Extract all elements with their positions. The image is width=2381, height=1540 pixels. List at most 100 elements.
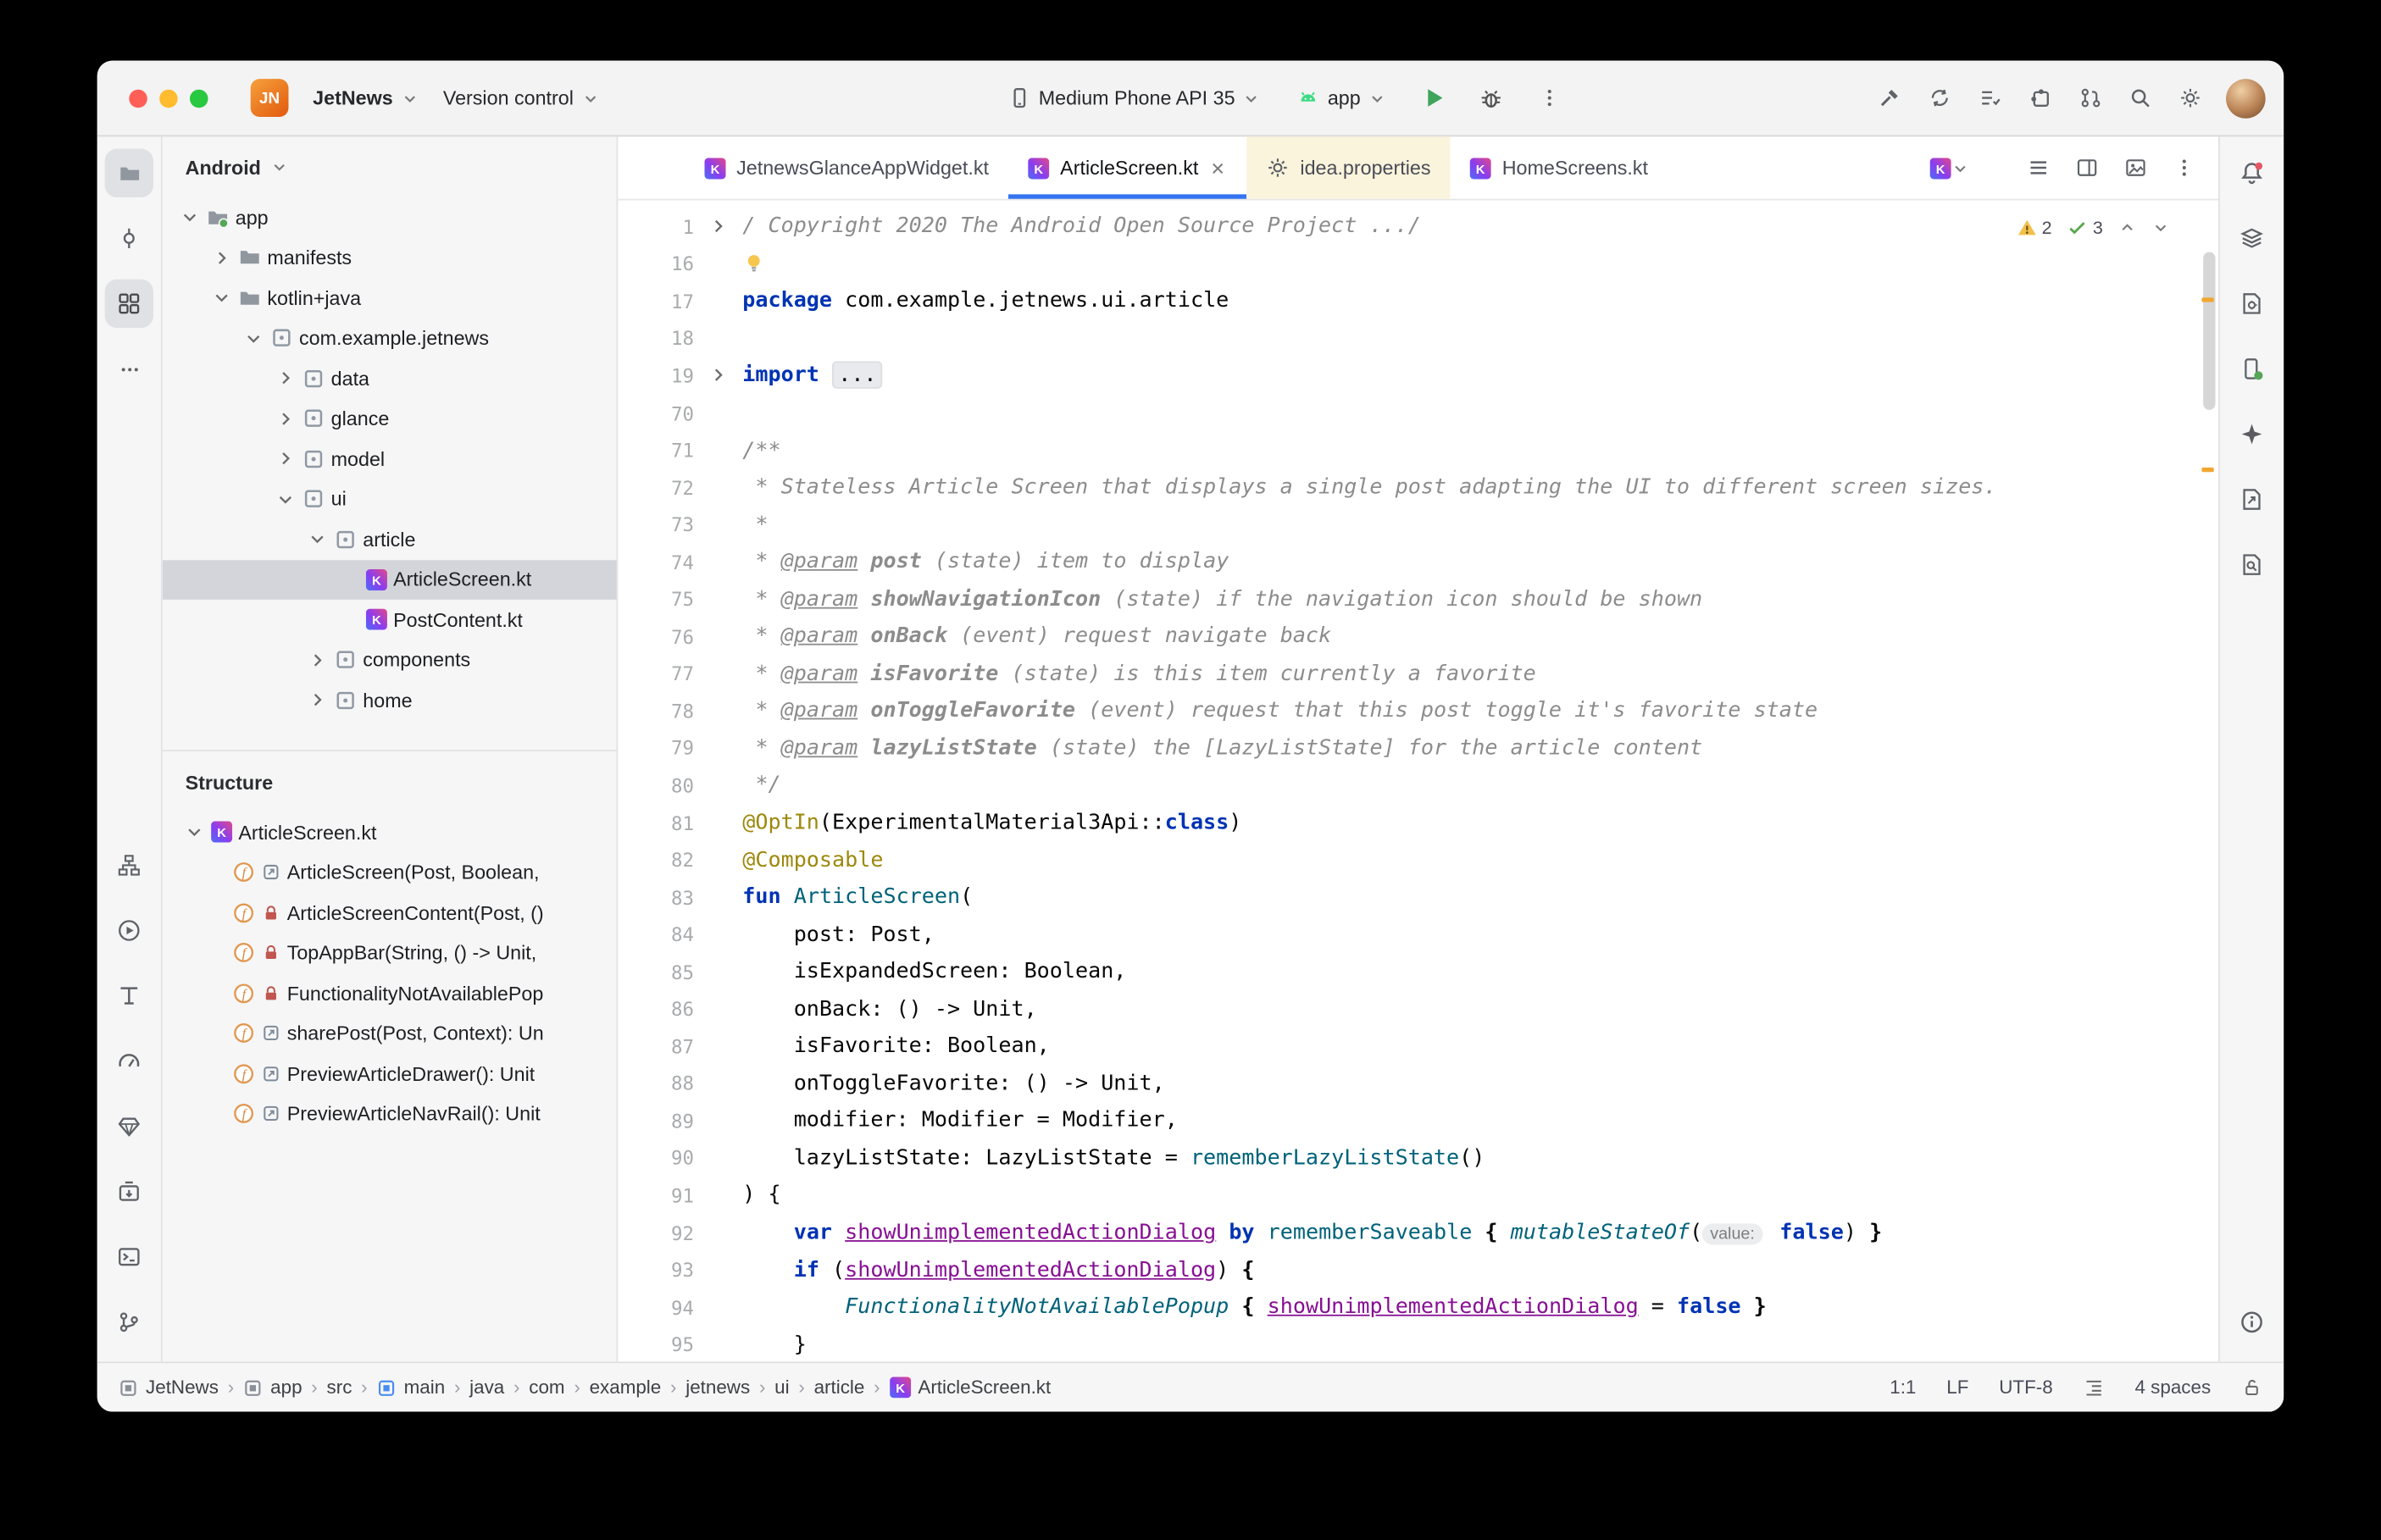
user-avatar[interactable] <box>2226 78 2266 118</box>
code-line-91[interactable]: 91) { <box>618 1177 2218 1214</box>
device-manager-button[interactable] <box>105 1167 153 1216</box>
settings-button[interactable] <box>2167 75 2212 121</box>
project-item-ui[interactable]: ui <box>163 479 617 518</box>
code-line-83[interactable]: 83fun ArticleScreen( <box>618 878 2218 916</box>
chevron-down-icon[interactable] <box>179 207 200 228</box>
minimize-window-button[interactable] <box>159 89 178 108</box>
passed-checks-indicator[interactable]: 3 <box>2067 217 2102 238</box>
code-line-87[interactable]: 87 isFavorite: Boolean, <box>618 1028 2218 1065</box>
code-line-16[interactable]: 16 <box>618 245 2218 282</box>
plugins-button[interactable] <box>2017 75 2062 121</box>
code-line-94[interactable]: 94 FunctionalityNotAvailablePopup { show… <box>618 1288 2218 1326</box>
gemini-button[interactable] <box>2228 410 2276 458</box>
code-line-80[interactable]: 80 */ <box>618 767 2218 804</box>
commit-tool-button[interactable] <box>105 214 153 263</box>
code-line-77[interactable]: 77 * @param isFavorite (state) is this i… <box>618 655 2218 692</box>
indent-style-button[interactable] <box>2084 1377 2105 1398</box>
chevron-right-icon[interactable] <box>307 650 328 671</box>
code-line-81[interactable]: 81@OptIn(ExperimentalMaterial3Api::class… <box>618 804 2218 841</box>
code-line-19[interactable]: 19import ... <box>618 357 2218 394</box>
code-line-85[interactable]: 85 isExpandedScreen: Boolean, <box>618 953 2218 990</box>
close-tab-icon[interactable] <box>1209 158 1228 177</box>
project-menu[interactable]: JetNews <box>301 79 431 117</box>
app-insights-button[interactable] <box>2228 475 2276 523</box>
project-item-data[interactable]: data <box>163 358 617 398</box>
run-configuration-selector[interactable]: app <box>1285 79 1399 117</box>
caret-position-widget[interactable]: 1:1 <box>1890 1377 1916 1398</box>
project-item-components[interactable]: components <box>163 640 617 679</box>
code-line-74[interactable]: 74 * @param post (state) item to display <box>618 543 2218 580</box>
structure-root-articlescreen-kt[interactable]: KArticleScreen.kt <box>163 812 617 852</box>
intention-bulb-icon[interactable] <box>742 252 765 275</box>
run-tool-button[interactable] <box>105 906 153 955</box>
project-item-article[interactable]: article <box>163 519 617 559</box>
project-tool-button[interactable] <box>105 149 153 197</box>
warning-stripe-mark[interactable] <box>2201 468 2213 472</box>
code-line-72[interactable]: 72 * Stateless Article Screen that displ… <box>618 468 2218 506</box>
tab-jetnewsglanceappwidget-kt[interactable]: KJetnewsGlanceAppWidget.kt <box>685 136 1008 198</box>
code-line-18[interactable]: 18 <box>618 319 2218 357</box>
app-quality-insights-button[interactable] <box>105 1102 153 1150</box>
code-line-90[interactable]: 90 lazyListState: LazyListState = rememb… <box>618 1139 2218 1177</box>
editor-options-button[interactable] <box>2161 145 2206 191</box>
breadcrumb-src[interactable]: src <box>327 1377 352 1398</box>
project-item-model[interactable]: model <box>163 439 617 479</box>
warning-stripe-mark[interactable] <box>2201 297 2213 302</box>
device-selector[interactable]: Medium Phone API 35 <box>996 79 1274 117</box>
inspections-widget[interactable]: 2 3 <box>2006 214 2178 241</box>
gradle-button[interactable] <box>2228 214 2276 263</box>
project-item-com-example-jetnews[interactable]: com.example.jetnews <box>163 318 617 357</box>
code-line-88[interactable]: 88 onToggleFavorite: () -> Unit, <box>618 1065 2218 1102</box>
close-window-button[interactable] <box>129 89 147 108</box>
more-run-actions-button[interactable] <box>1526 75 1572 121</box>
next-problem-button[interactable] <box>2151 219 2170 237</box>
project-item-articlescreen-kt[interactable]: KArticleScreen.kt <box>163 559 617 599</box>
code-line-1[interactable]: 1/ Copyright 2020 The Android Open Sourc… <box>618 208 2218 246</box>
breadcrumb-jetnews[interactable]: jetnews <box>685 1377 750 1398</box>
structure-item-previewarticlenavrail-unit[interactable]: fPreviewArticleNavRail(): Unit <box>163 1094 617 1133</box>
structure-tool-button[interactable] <box>105 280 153 328</box>
app-inspection-button[interactable] <box>2228 540 2276 589</box>
project-item-home[interactable]: home <box>163 680 617 720</box>
vcs-menu[interactable]: Version control <box>430 79 611 117</box>
project-item-postcontent-kt[interactable]: KPostContent.kt <box>163 600 617 640</box>
line-separator-widget[interactable]: LF <box>1946 1377 1968 1398</box>
breadcrumb-article[interactable]: article <box>814 1377 865 1398</box>
breadcrumb-articlescreen-kt[interactable]: KArticleScreen.kt <box>889 1377 1051 1398</box>
structure-item-articlescreen-post-boolean[interactable]: fArticleScreen(Post, Boolean, <box>163 852 617 892</box>
layout-inspector-button[interactable] <box>105 972 153 1020</box>
code-line-70[interactable]: 70 <box>618 394 2218 431</box>
file-lock-widget[interactable] <box>2241 1377 2262 1398</box>
code-line-79[interactable]: 79 * @param lazyListState (state) the [L… <box>618 729 2218 767</box>
structure-item-previewarticledrawer-unit[interactable]: fPreviewArticleDrawer(): Unit <box>163 1054 617 1094</box>
structure-item-sharepost-post-context-un[interactable]: fsharePost(Post, Context): Un <box>163 1013 617 1053</box>
code-line-76[interactable]: 76 * @param onBack (event) request navig… <box>618 618 2218 655</box>
code-line-71[interactable]: 71/** <box>618 431 2218 468</box>
chevron-right-icon[interactable] <box>275 448 296 469</box>
hidden-tabs-dropdown[interactable]: K <box>1930 157 1970 178</box>
code-line-93[interactable]: 93 if (showUnimplementedActionDialog) { <box>618 1251 2218 1288</box>
build-button[interactable] <box>1866 75 1912 121</box>
error-stripe[interactable] <box>2197 201 2218 1362</box>
fold-arrow-icon[interactable] <box>708 216 729 237</box>
more-tool-windows-button[interactable] <box>105 345 153 393</box>
warnings-indicator[interactable]: 2 <box>2016 217 2051 238</box>
problems-button[interactable] <box>2228 1298 2276 1346</box>
chevron-right-icon[interactable] <box>307 690 328 711</box>
project-item-manifests[interactable]: manifests <box>163 237 617 277</box>
device-explorer-button[interactable] <box>2228 280 2276 328</box>
screenshot-button[interactable] <box>2112 145 2158 191</box>
editor-list-button[interactable] <box>2015 145 2061 191</box>
build-variants-button[interactable] <box>105 841 153 889</box>
chevron-down-icon[interactable] <box>275 489 296 510</box>
breadcrumb-example[interactable]: example <box>590 1377 662 1398</box>
previous-problem-button[interactable] <box>2118 219 2137 237</box>
zoom-window-button[interactable] <box>190 89 208 108</box>
chevron-right-icon[interactable] <box>275 368 296 389</box>
terminal-button[interactable] <box>105 1233 153 1281</box>
folded-imports[interactable]: ... <box>832 362 883 389</box>
project-item-kotlin-java[interactable]: kotlin+java <box>163 278 617 318</box>
sync-project-button[interactable] <box>1917 75 1962 121</box>
code-line-84[interactable]: 84 post: Post, <box>618 916 2218 953</box>
code-line-86[interactable]: 86 onBack: () -> Unit, <box>618 990 2218 1028</box>
